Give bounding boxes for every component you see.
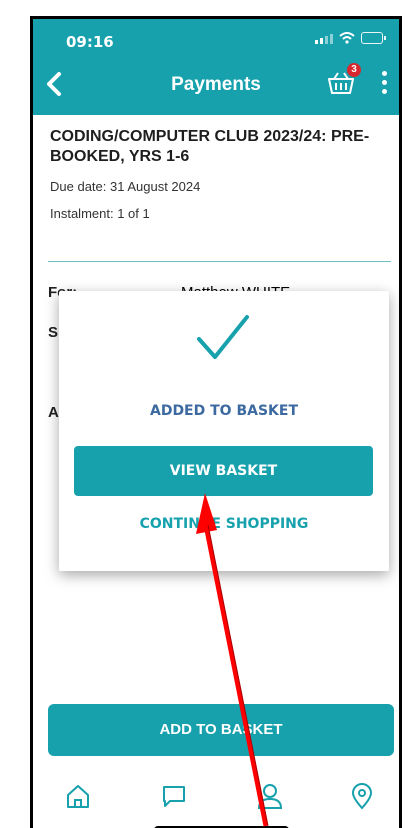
location-icon[interactable] bbox=[347, 781, 377, 811]
basket-button[interactable]: 3 bbox=[325, 63, 361, 99]
wifi-icon bbox=[339, 32, 355, 44]
due-date: Due date: 31 August 2024 bbox=[50, 179, 201, 194]
basket-count-badge: 3 bbox=[347, 63, 361, 77]
payment-details: CODING/COMPUTER CLUB 2023/24: PRE-BOOKED… bbox=[50, 127, 391, 221]
status-icons bbox=[315, 32, 386, 44]
status-time: 09:16 bbox=[66, 33, 114, 51]
home-icon[interactable] bbox=[63, 781, 93, 811]
item-title: CODING/COMPUTER CLUB 2023/24: PRE-BOOKED… bbox=[50, 128, 370, 165]
bottom-tab-bar bbox=[33, 763, 399, 828]
battery-icon bbox=[361, 32, 386, 44]
added-to-basket-dialog: ADDED TO BASKET VIEW BASKET CONTINUE SHO… bbox=[59, 291, 389, 571]
partial-label-a: A bbox=[48, 404, 59, 421]
view-basket-button[interactable]: VIEW BASKET bbox=[74, 446, 373, 496]
added-to-basket-label: ADDED TO BASKET bbox=[149, 403, 298, 419]
signal-icon bbox=[315, 32, 333, 44]
profile-icon[interactable] bbox=[255, 781, 285, 811]
instalment: Instalment: 1 of 1 bbox=[50, 206, 150, 221]
divider bbox=[48, 261, 391, 262]
partial-label-s: S bbox=[48, 324, 59, 341]
app-header: 09:16 Payments 3 bbox=[33, 19, 399, 115]
message-icon[interactable] bbox=[159, 781, 189, 811]
continue-shopping-link[interactable]: CONTINUE SHOPPING bbox=[59, 516, 389, 532]
phone-screen: 09:16 Payments 3 CODING/COMPUTER CLUB 20… bbox=[30, 16, 402, 828]
checkmark-icon bbox=[197, 315, 249, 359]
add-to-basket-button[interactable]: ADD TO BASKET bbox=[48, 704, 394, 756]
more-options-icon[interactable] bbox=[379, 71, 389, 97]
